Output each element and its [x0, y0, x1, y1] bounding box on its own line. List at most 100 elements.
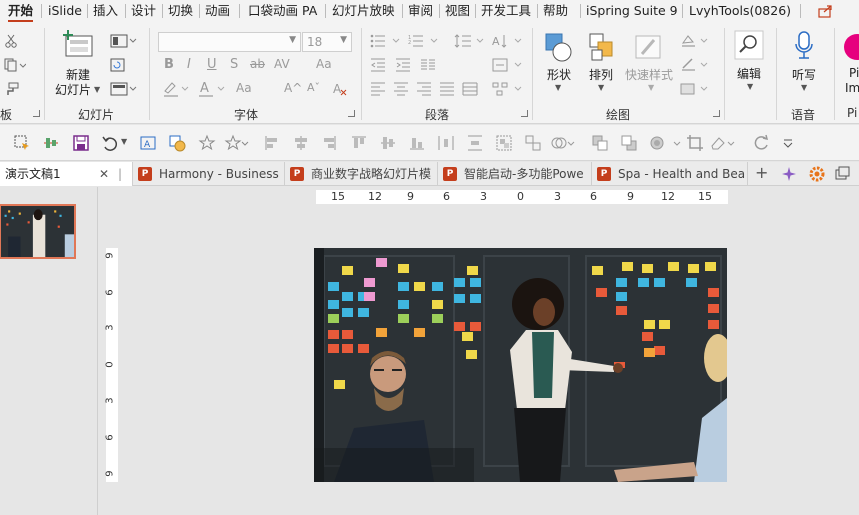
- distributed-icon[interactable]: [462, 82, 478, 99]
- format-painter-icon[interactable]: [4, 82, 20, 99]
- align-right-icon[interactable]: [416, 82, 432, 99]
- align-middle-objects-icon[interactable]: [379, 134, 397, 152]
- copy-icon[interactable]: [4, 58, 27, 75]
- new-slide-dropdown-icon[interactable]: ▼: [94, 85, 100, 94]
- align-center-objects-icon[interactable]: [292, 134, 310, 152]
- font-size-combo[interactable]: 18 ▼: [302, 32, 352, 52]
- doc-tab[interactable]: P 智能启动-多功能Powe: [439, 162, 592, 186]
- underline-icon[interactable]: U: [207, 57, 217, 72]
- save-icon[interactable]: [72, 134, 90, 152]
- menu-tab-review[interactable]: 审阅: [408, 0, 433, 22]
- close-icon[interactable]: ✕: [99, 162, 109, 186]
- menu-tab-pocket-animation[interactable]: 口袋动画 PA: [248, 0, 317, 22]
- menu-tab-transitions[interactable]: 切换: [168, 0, 193, 22]
- align-left-objects-icon[interactable]: [263, 134, 281, 152]
- slide-thumbnail[interactable]: [0, 204, 76, 259]
- select-pointer-icon[interactable]: [13, 134, 31, 152]
- gear-icon[interactable]: [809, 166, 825, 185]
- font-launcher[interactable]: [348, 110, 355, 117]
- bold-icon[interactable]: B: [164, 57, 174, 72]
- text-box-icon[interactable]: A: [139, 134, 157, 152]
- smartart-icon[interactable]: [492, 82, 524, 99]
- menu-tab-ispring[interactable]: iSpring Suite 9: [586, 0, 678, 22]
- strikethrough-icon[interactable]: ab: [250, 57, 265, 71]
- chevron-down-icon[interactable]: ▼: [801, 83, 807, 92]
- drawing-launcher[interactable]: [713, 110, 720, 117]
- bullets-icon[interactable]: [370, 34, 402, 51]
- doc-tab[interactable]: P Harmony - Business: [134, 162, 285, 186]
- shrink-font-icon[interactable]: Aˇ: [307, 81, 320, 94]
- menu-tab-view[interactable]: 视图: [445, 0, 470, 22]
- clipboard-launcher[interactable]: [33, 110, 40, 117]
- chevron-down-icon[interactable]: ▼: [747, 82, 753, 91]
- align-right-objects-icon[interactable]: [320, 134, 338, 152]
- menu-tab-islide[interactable]: iSlide: [48, 0, 82, 22]
- slide-canvas[interactable]: [314, 248, 727, 482]
- eraser-icon[interactable]: [710, 134, 735, 152]
- distribute-horizontal-icon[interactable]: [437, 134, 455, 152]
- align-center-icon[interactable]: [393, 82, 409, 99]
- change-case-icon[interactable]: Aa: [316, 57, 332, 71]
- clear-format-icon[interactable]: A: [333, 82, 347, 99]
- decrease-indent-icon[interactable]: [370, 58, 386, 75]
- numbering-icon[interactable]: 12: [408, 34, 440, 51]
- shadow-effect-icon[interactable]: [648, 134, 666, 152]
- quick-styles-icon[interactable]: [634, 32, 664, 67]
- align-top-objects-icon[interactable]: [350, 134, 368, 152]
- line-spacing-icon[interactable]: [454, 34, 486, 51]
- new-tab-icon[interactable]: +: [755, 163, 768, 182]
- highlight-icon[interactable]: [162, 80, 190, 101]
- doc-tab[interactable]: P Spa - Health and Bea: [593, 162, 748, 186]
- new-slide-icon[interactable]: [62, 30, 94, 63]
- microphone-icon[interactable]: [792, 30, 816, 65]
- menu-tab-animations[interactable]: 动画: [205, 0, 230, 22]
- section-icon[interactable]: [110, 82, 138, 99]
- distribute-vertical-icon[interactable]: [466, 134, 484, 152]
- star-icon[interactable]: [198, 134, 216, 152]
- chevron-down-icon[interactable]: ▼: [121, 137, 127, 146]
- layout-icon[interactable]: [110, 34, 138, 51]
- shape-effects-icon[interactable]: [680, 82, 710, 99]
- paragraph-launcher[interactable]: [521, 110, 528, 117]
- shadow-icon[interactable]: S: [230, 57, 238, 72]
- bring-forward-icon[interactable]: [591, 134, 609, 152]
- doc-tab[interactable]: P 商业数字战略幻灯片模: [286, 162, 438, 186]
- char-spacing-icon[interactable]: AV: [274, 57, 290, 71]
- shape-fill-icon[interactable]: [680, 34, 710, 51]
- reset-icon[interactable]: [110, 58, 126, 75]
- menu-tab-lvyhtools[interactable]: LvyhTools(0826): [689, 0, 791, 22]
- menu-tab-help[interactable]: 帮助: [543, 0, 568, 22]
- menu-tab-insert[interactable]: 插入: [93, 0, 118, 22]
- menu-tab-developer[interactable]: 开发工具: [481, 0, 531, 22]
- chevron-down-icon[interactable]: ▼: [555, 83, 561, 92]
- customize-toolbar-icon[interactable]: [781, 134, 799, 152]
- chevron-down-icon[interactable]: ▼: [598, 83, 604, 92]
- shape-outline-icon[interactable]: [680, 58, 710, 75]
- shapes-icon[interactable]: [544, 32, 574, 67]
- align-bottom-objects-icon[interactable]: [408, 134, 426, 152]
- text-direction-icon[interactable]: A: [492, 34, 524, 51]
- window-icon[interactable]: [835, 166, 855, 185]
- rotate-icon[interactable]: [752, 134, 770, 152]
- italic-icon[interactable]: I: [187, 57, 191, 72]
- group-icon[interactable]: [495, 134, 513, 152]
- shape-merge-icon[interactable]: [168, 134, 186, 152]
- star-dropdown-icon[interactable]: [224, 134, 249, 152]
- pi-addin-icon[interactable]: [843, 33, 859, 64]
- align-objects-icon[interactable]: [42, 134, 60, 152]
- font-name-combo[interactable]: ▼: [158, 32, 301, 52]
- menu-tab-home[interactable]: 开始: [8, 0, 34, 22]
- arrange-icon[interactable]: [588, 32, 618, 67]
- menu-tab-slideshow[interactable]: 幻灯片放映: [332, 0, 395, 22]
- change-case-icon[interactable]: Aa: [236, 81, 252, 95]
- align-text-icon[interactable]: [492, 58, 524, 75]
- menu-tab-design[interactable]: 设计: [131, 0, 156, 22]
- sparkle-icon[interactable]: [781, 166, 797, 185]
- merge-shapes-icon[interactable]: [550, 134, 575, 152]
- justify-icon[interactable]: [439, 82, 455, 99]
- ungroup-icon[interactable]: [524, 134, 542, 152]
- grow-font-icon[interactable]: A^: [284, 81, 302, 95]
- share-icon[interactable]: [818, 4, 834, 21]
- crop-icon[interactable]: [686, 134, 704, 152]
- cut-icon[interactable]: [4, 34, 18, 51]
